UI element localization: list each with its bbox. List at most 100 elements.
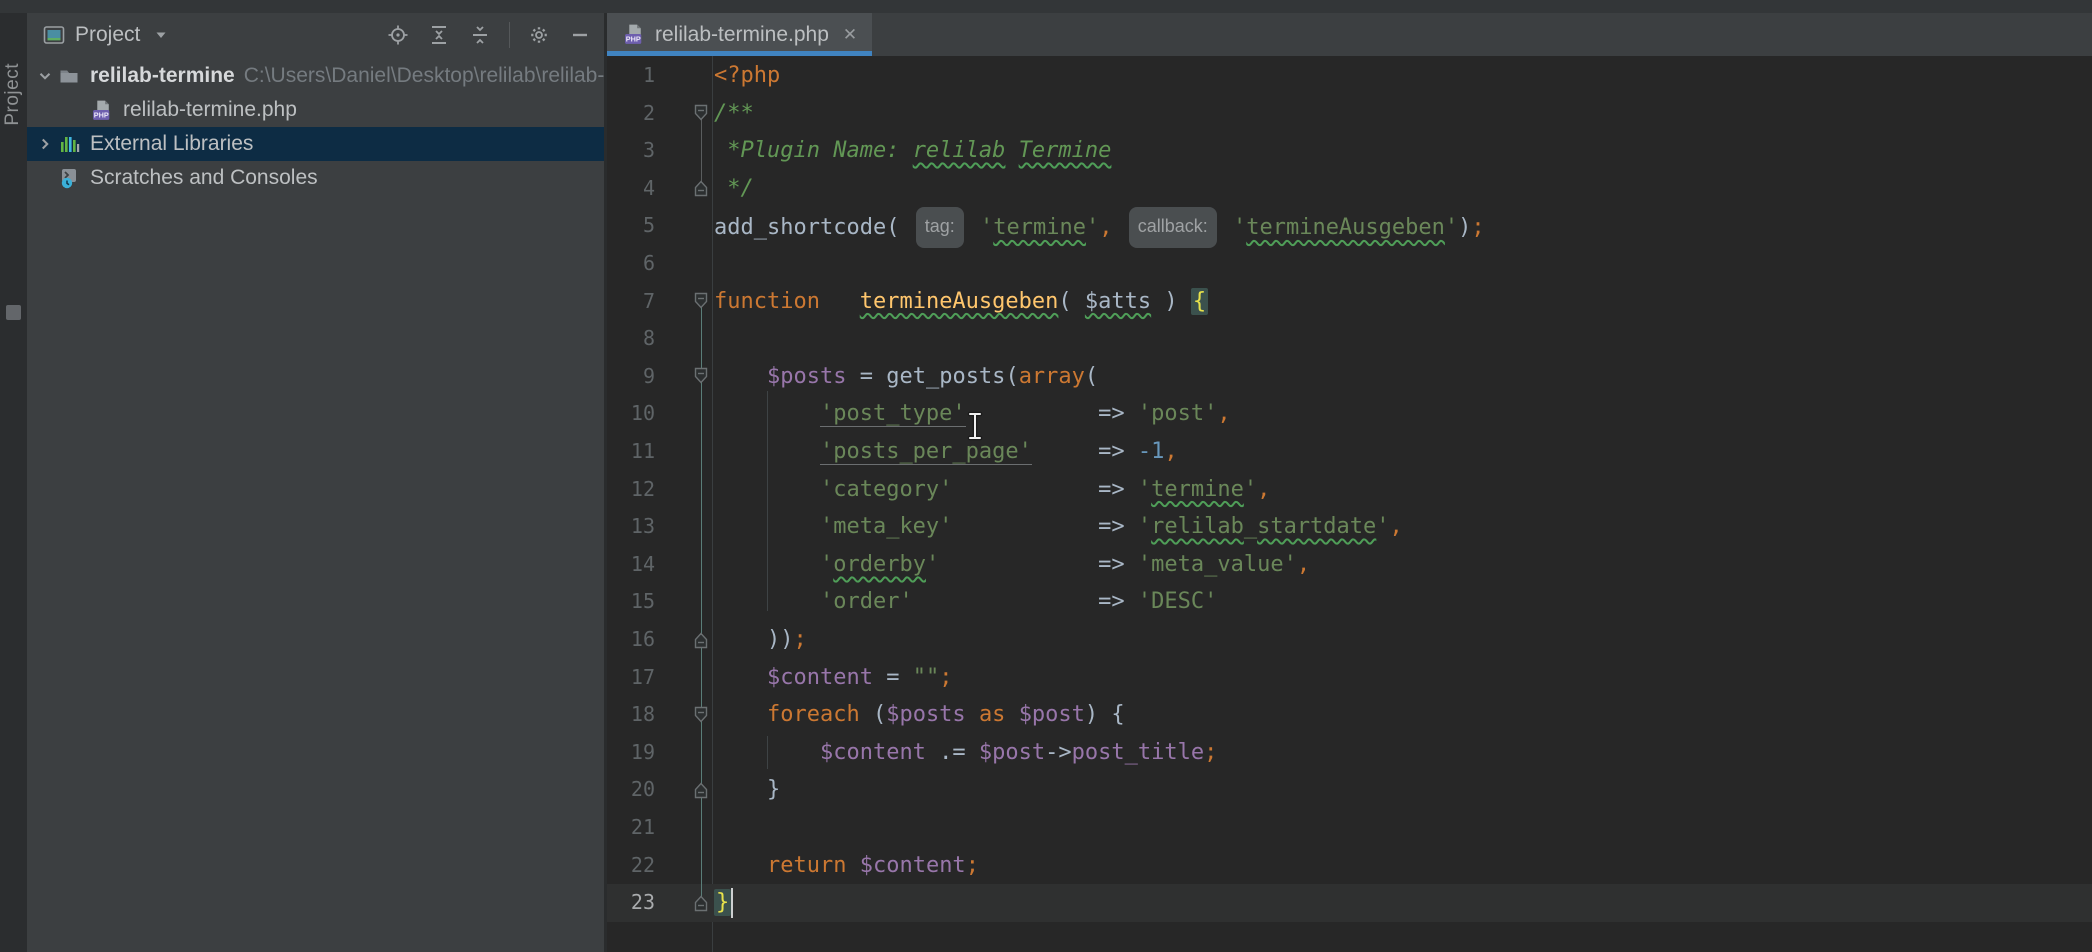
tree-row-scratches-and-consoles[interactable]: Scratches and Consoles [27,161,604,195]
code-line[interactable]: 'meta_key' => 'relilab_startdate', [714,508,2092,546]
line-number[interactable]: 19 [607,734,655,772]
editor-tab-bar: PHP relilab-termine.php ✕ [607,13,2092,56]
chevron-down-icon[interactable] [31,64,58,88]
code-token: ( [1085,364,1098,389]
code-line[interactable]: foreach ($posts as $post) { [714,696,2092,734]
code-token: $content [860,853,966,878]
line-number[interactable]: 3 [607,132,655,170]
tool-strip-icon[interactable] [6,305,21,320]
code-token: } [714,889,731,916]
code-line[interactable]: add_shortcode( tag: 'termine', callback:… [714,207,2092,245]
code-token: get_posts [886,364,1005,389]
line-number[interactable]: 6 [607,245,655,283]
editor-tab-title: relilab-termine.php [655,23,829,47]
line-number[interactable]: 21 [607,809,655,847]
code-token: 'post_type' [820,401,966,427]
code-token: ) [1151,289,1191,314]
tree-indent-spacer [64,98,91,122]
line-number[interactable]: 23 [607,884,655,922]
line-number[interactable]: 1 [607,57,655,95]
toolbar-divider [509,22,510,48]
code-line[interactable]: $content = ""; [714,659,2092,697]
fold-end-marker-icon[interactable] [692,630,710,650]
fold-region-line-comment [701,113,703,188]
line-number[interactable]: 8 [607,320,655,358]
fold-end-marker-icon[interactable] [692,893,710,913]
close-icon[interactable]: ✕ [843,25,857,45]
code-token: ; [1471,215,1484,240]
fold-end-marker-icon[interactable] [692,780,710,800]
collapse-all-icon[interactable] [468,23,492,47]
code-token: ( [860,702,887,727]
tree-row-relilab-termine-php[interactable]: PHPrelilab-termine.php [27,93,604,127]
fold-start-marker-icon[interactable] [692,705,710,725]
line-number[interactable]: 12 [607,471,655,509]
code-line[interactable]: *Plugin Name: relilab Termine [714,132,2092,170]
code-line[interactable]: $posts = get_posts(array( [714,358,2092,396]
code-line[interactable]: */ [714,170,2092,208]
code-token: 'meta_value' [1138,552,1297,577]
code-line[interactable]: 'category' => 'termine', [714,471,2092,509]
code-line[interactable]: <?php [714,57,2092,95]
line-number[interactable]: 7 [607,283,655,321]
code-line[interactable] [714,809,2092,847]
tool-strip-project-button[interactable]: Project [2,63,24,126]
code-token: , [1164,439,1177,464]
line-number[interactable]: 4 [607,170,655,208]
code-token: *Plugin Name: [714,138,913,163]
code-line[interactable]: 'post_type' => 'post', [714,395,2092,433]
code-line[interactable]: function termineAusgeben( $atts ) { [714,283,2092,321]
code-token: ) [1458,215,1471,240]
code-token: ' [1445,215,1458,240]
code-token: ; [939,665,952,690]
fold-end-marker-icon[interactable] [692,178,710,198]
code-token: , [1297,552,1310,577]
line-number[interactable]: 14 [607,546,655,584]
code-token: termineAusgeben [1246,215,1445,240]
fold-start-marker-icon[interactable] [692,103,710,123]
code-line[interactable]: /** [714,95,2092,133]
line-number[interactable]: 15 [607,583,655,621]
line-number[interactable]: 20 [607,771,655,809]
line-number[interactable]: 18 [607,696,655,734]
project-panel-title[interactable]: Project [75,23,140,47]
editor-body[interactable]: 1 <?php 2 /** 3 *Plugin Name: relilab Termin… [607,56,2092,952]
hide-icon[interactable] [568,23,592,47]
code-line[interactable]: return $content; [714,847,2092,885]
code-token: ' [820,552,833,577]
code-token: $post [1019,702,1085,727]
tree-row-label: Scratches and Consoles [90,166,318,190]
line-number[interactable]: 2 [607,95,655,133]
line-number[interactable]: 17 [607,659,655,697]
code-line[interactable]: 'posts_per_page' => -1, [714,433,2092,471]
line-number[interactable]: 9 [607,358,655,396]
code-token: termine [993,215,1086,240]
folder-icon [58,64,90,88]
line-number[interactable]: 16 [607,621,655,659]
line-number[interactable]: 22 [607,847,655,885]
line-number[interactable]: 5 [607,207,655,245]
line-number[interactable]: 10 [607,395,655,433]
line-number[interactable]: 11 [607,433,655,471]
code-token: $content [820,740,926,765]
locate-icon[interactable] [386,23,410,47]
fold-start-marker-icon[interactable] [692,291,710,311]
code-line[interactable]: } [714,884,2092,922]
tree-row-external-libraries[interactable]: External Libraries [27,127,604,161]
expand-all-icon[interactable] [427,23,451,47]
settings-icon[interactable] [527,23,551,47]
code-line[interactable]: $content .= $post->post_title; [714,734,2092,772]
tree-row-relilab-termine[interactable]: relilab-termineC:\Users\Daniel\Desktop\r… [27,59,604,93]
code-line[interactable]: 'orderby' => 'meta_value', [714,546,2092,584]
code-line[interactable]: } [714,771,2092,809]
fold-start-marker-icon[interactable] [692,366,710,386]
code-token: _ [1244,514,1257,539]
code-line[interactable] [714,320,2092,358]
line-number[interactable]: 13 [607,508,655,546]
code-line[interactable] [714,245,2092,283]
chevron-right-icon[interactable] [31,132,58,156]
code-line[interactable]: 'order' => 'DESC' [714,583,2092,621]
dropdown-arrow-icon[interactable] [149,23,173,47]
code-line[interactable]: )); [714,621,2092,659]
editor-tab-relilab-termine[interactable]: PHP relilab-termine.php ✕ [607,13,872,56]
